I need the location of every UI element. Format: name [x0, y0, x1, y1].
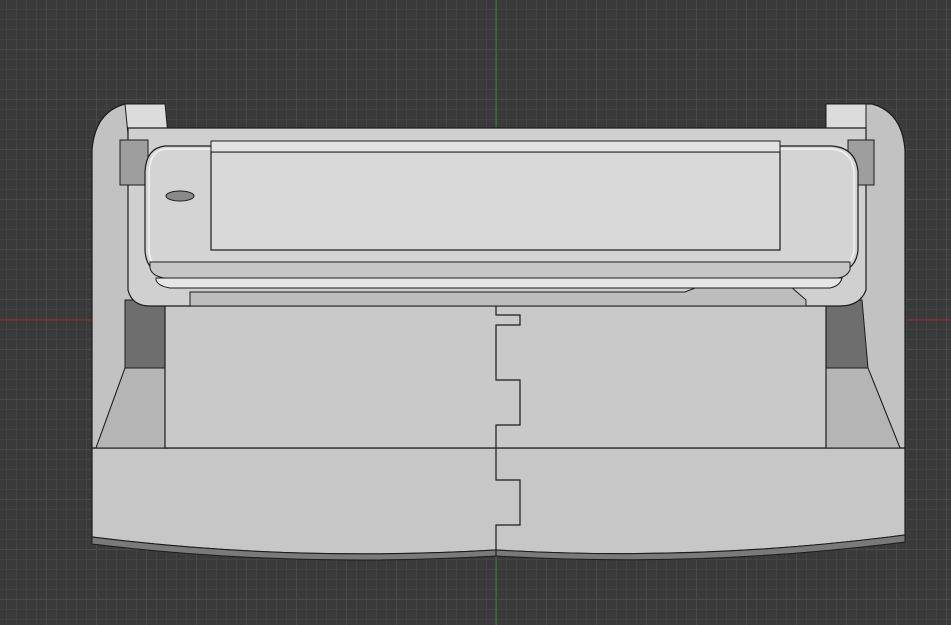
device-screen-top-bezel [210, 140, 781, 153]
3d-model-view[interactable] [0, 0, 951, 625]
cradle-left-clip [119, 139, 149, 186]
device-speaker-icon [165, 190, 195, 202]
device-side-layer-2 [155, 277, 843, 289]
device-screen[interactable] [210, 151, 781, 251]
device-side-layer-1 [149, 261, 851, 279]
cad-viewport[interactable] [0, 0, 951, 625]
base-front-face[interactable] [91, 447, 906, 555]
